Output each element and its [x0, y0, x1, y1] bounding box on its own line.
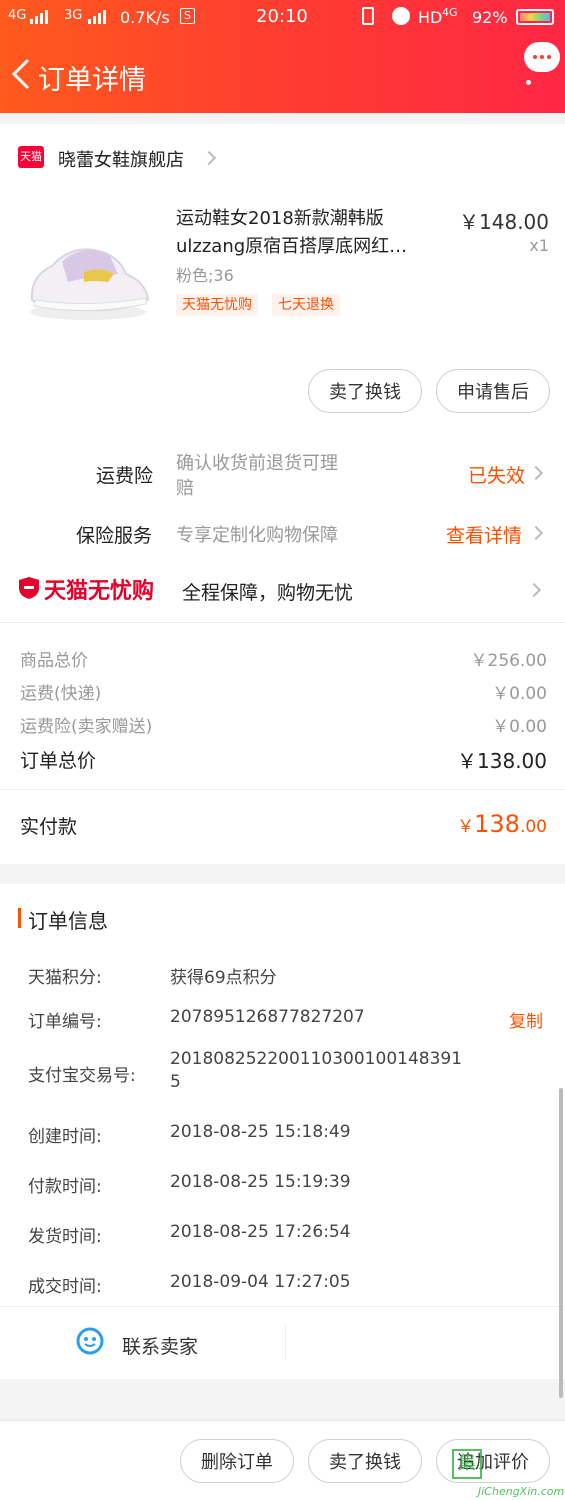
scrollbar[interactable]	[559, 1088, 563, 1398]
tmall-shop-icon: 天猫	[18, 146, 44, 168]
order-info-card: 订单信息 天猫积分: 获得69点积分 订单编号: 207895126877827…	[0, 884, 565, 1379]
signal-bars-2-icon	[88, 8, 110, 28]
network-4g-label: 4G	[442, 6, 458, 19]
signal-bars-icon	[30, 8, 52, 28]
hd-label: HD	[418, 8, 443, 27]
shop-name[interactable]: 晓蕾女鞋旗舰店	[58, 146, 184, 172]
contact-seller-label: 联系卖家	[122, 1336, 199, 1358]
freight-insurance-desc-1: 确认收货前退货可理	[176, 453, 338, 474]
divider	[285, 1324, 286, 1360]
more-dot-icon	[526, 80, 531, 85]
goods-total-label: 商品总价	[20, 651, 88, 671]
delete-order-button[interactable]: 删除订单	[180, 1439, 294, 1483]
freight-chevron-icon	[528, 465, 544, 481]
paid-label: 实付款	[20, 816, 78, 838]
vibrate-icon	[362, 7, 374, 25]
freight-insurance-gift-label: 运费险(卖家赠送)	[20, 717, 153, 737]
shipped-time-value: 2018-08-25 17:26:54	[170, 1222, 351, 1242]
freight-insurance-gift-value: ￥0.00	[492, 717, 547, 737]
paid-time-value: 2018-08-25 15:19:39	[170, 1172, 351, 1192]
shipping-value: ￥0.00	[492, 684, 547, 704]
product-title-line2[interactable]: ulzzang原宿百搭厚底网红…	[176, 232, 407, 258]
section-marker	[18, 908, 21, 928]
deal-time-value: 2018-09-04 17:27:05	[170, 1272, 351, 1292]
order-card: 天猫 晓蕾女鞋旗舰店 运动鞋女2018新款潮韩版 ulzzang原宿百搭厚底网红…	[0, 124, 565, 864]
chat-face-icon	[76, 1327, 104, 1355]
insurance-service-label: 保险服务	[76, 525, 153, 547]
order-info-title: 订单信息	[28, 909, 108, 933]
insurance-details-link[interactable]: 查看详情	[446, 521, 522, 548]
product-price: ￥148.00	[459, 210, 549, 234]
divider	[0, 789, 565, 790]
tmall-worry-free-desc[interactable]: 全程保障，购物无忧	[182, 578, 353, 605]
order-number-label: 订单编号:	[28, 1012, 102, 1032]
points-value: 获得69点积分	[170, 968, 277, 988]
bottom-action-bar: 删除订单 卖了换钱 追加评价 集 JiChengXin.com	[0, 1420, 565, 1500]
order-total-value: ￥138.00	[457, 749, 547, 773]
status-bar: 4G 3G 0.7K/s S 20:10 HD 4G 92%	[0, 6, 565, 32]
alipay-trade-value-line1: 201808252200110300100148391	[170, 1049, 463, 1069]
freight-insurance-desc-2: 赔	[176, 478, 194, 499]
alipay-trade-label: 支付宝交易号:	[28, 1066, 136, 1086]
goods-total-value: ￥256.00	[470, 651, 547, 671]
paid-currency: ￥	[457, 817, 475, 837]
shop-chevron-icon	[201, 150, 217, 166]
bottom-sell-button[interactable]: 卖了换钱	[308, 1439, 422, 1483]
page-title: 订单详情	[38, 65, 146, 96]
created-time-label: 创建时间:	[28, 1127, 102, 1147]
sell-button[interactable]: 卖了换钱	[308, 369, 422, 413]
shipping-label: 运费(快递)	[20, 684, 102, 704]
paid-time-label: 付款时间:	[28, 1177, 102, 1197]
contact-seller-button[interactable]: 联系卖家	[0, 1307, 285, 1377]
watermark-logo-icon: 集	[452, 1449, 482, 1479]
after-sale-button[interactable]: 申请售后	[436, 369, 550, 413]
order-number-value: 207895126877827207	[170, 1007, 365, 1027]
paid-integer: 138	[474, 810, 520, 838]
watermark-text: JiChengXin.com	[478, 1485, 565, 1498]
created-time-value: 2018-08-25 15:18:49	[170, 1122, 351, 1142]
shipped-time-label: 发货时间:	[28, 1227, 102, 1247]
deal-time-label: 成交时间:	[28, 1277, 102, 1297]
freight-insurance-label: 运费险	[96, 465, 154, 487]
tag-worry-free: 天猫无忧购	[176, 294, 258, 316]
network-speed: 0.7K/s	[120, 8, 170, 27]
paid-amount: ￥138.00	[457, 810, 547, 838]
product-sku: 粉色;36	[176, 266, 234, 285]
points-label: 天猫积分:	[28, 968, 102, 988]
tmall-shield-icon	[18, 576, 40, 600]
tag-seven-day-return: 七天退换	[272, 294, 340, 316]
order-total-label: 订单总价	[20, 750, 97, 772]
signal-1-label: 4G	[8, 8, 27, 23]
freight-insurance-status[interactable]: 已失效	[468, 461, 525, 488]
header-bar: 4G 3G 0.7K/s S 20:10 HD 4G 92% 订单详情	[0, 0, 565, 113]
product-image[interactable]	[22, 216, 154, 326]
battery-percent: 92%	[472, 8, 508, 27]
divider	[0, 622, 565, 623]
paid-decimal: .00	[519, 817, 547, 837]
product-title-line1[interactable]: 运动鞋女2018新款潮韩版	[176, 204, 384, 230]
alarm-icon	[392, 7, 410, 25]
tmall-chevron-icon	[526, 582, 542, 598]
message-icon[interactable]	[524, 42, 560, 72]
alipay-trade-value-line2: 5	[170, 1072, 181, 1092]
tmall-worry-free-brand: 天猫无忧购	[44, 579, 155, 604]
sync-icon: S	[180, 8, 195, 24]
clock-time: 20:10	[256, 6, 308, 27]
insurance-service-desc: 专享定制化购物保障	[176, 525, 338, 546]
product-qty: x1	[529, 236, 549, 255]
signal-2-label: 3G	[64, 8, 83, 23]
copy-button[interactable]: 复制	[509, 1007, 543, 1032]
battery-icon	[516, 9, 554, 25]
insurance-chevron-icon	[528, 525, 544, 541]
back-arrow-icon[interactable]	[8, 56, 34, 92]
